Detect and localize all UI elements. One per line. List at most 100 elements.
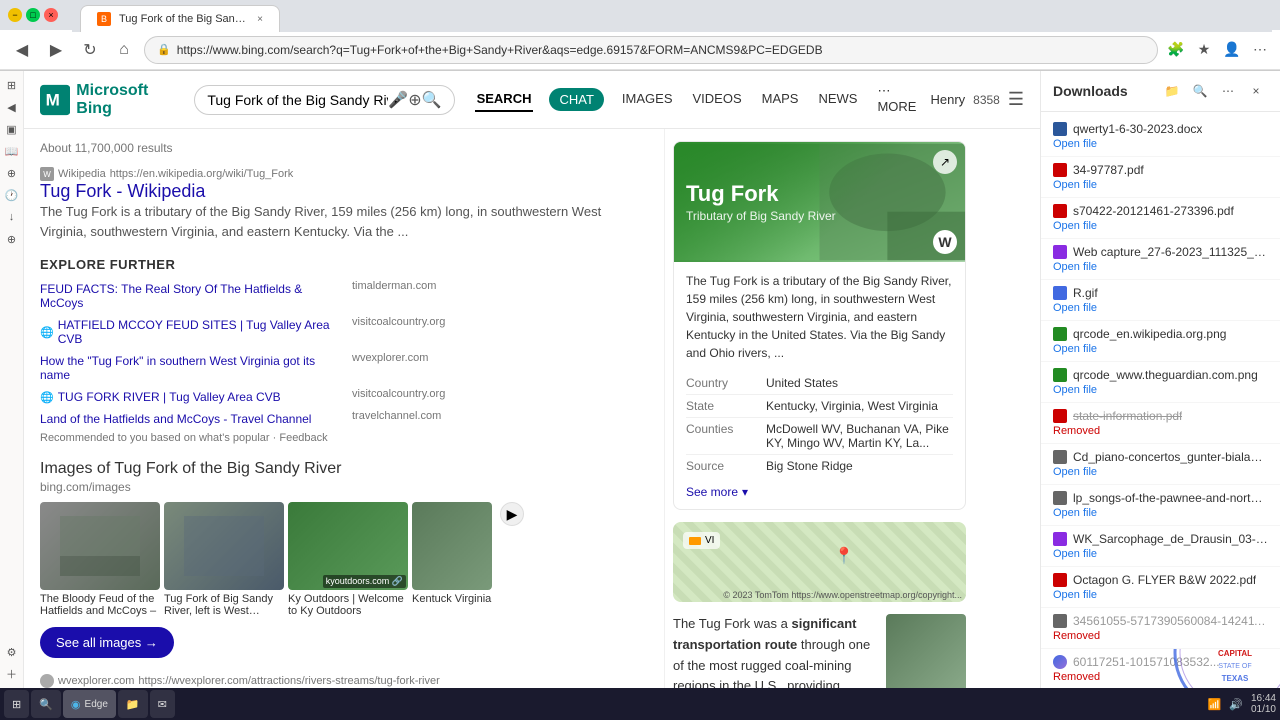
explore-item-0[interactable]: FEUD FACTS: The Real Story Of The Hatfie… — [40, 280, 336, 312]
search-box[interactable]: 🎤 ⊕ 🔍 — [194, 85, 454, 115]
tab-close-icon[interactable]: × — [257, 14, 263, 25]
minimize-button[interactable]: − — [8, 8, 22, 22]
image-item-3[interactable]: Kentuck Virginia — [412, 502, 492, 605]
dl-item-icon-8 — [1053, 450, 1067, 464]
map-label: VI — [705, 535, 714, 546]
dl-item-removed-12: Removed — [1053, 630, 1268, 642]
result-url: W Wikipedia https://en.wikipedia.org/wik… — [40, 167, 648, 181]
edge-icon: ◉ — [71, 698, 81, 711]
dl-item-action-0[interactable]: Open file — [1053, 138, 1268, 150]
dl-item-action-3[interactable]: Open file — [1053, 261, 1268, 273]
favorites-icon[interactable]: ★ — [1192, 38, 1216, 62]
dl-item-name-8: Cd_piano-concertos_gunter-bialas_vbr.m3u — [1073, 450, 1268, 464]
downloads-close-btn[interactable]: × — [1244, 79, 1268, 103]
extensions-icon[interactable]: 🧩 — [1164, 38, 1188, 62]
dl-item-action-8[interactable]: Open file — [1053, 466, 1268, 478]
sidebar-home-icon[interactable]: ⊞ — [2, 75, 22, 95]
back-button[interactable]: ◀ — [8, 36, 36, 64]
sidebar-back-icon[interactable]: ◀ — [2, 97, 22, 117]
sidebar-downloads-icon[interactable]: ↓ — [2, 207, 22, 227]
explore-globe-1: 🌐 — [40, 326, 54, 339]
taskbar-search-icon: 🔍 — [39, 698, 53, 711]
explore-item-3[interactable]: 🌐 TUG FORK RIVER | Tug Valley Area CVB — [40, 388, 336, 406]
knowledge-row-1: State Kentucky, Virginia, West Virginia — [686, 395, 953, 418]
see-all-images-btn[interactable]: See all images → — [40, 627, 174, 658]
result-title[interactable]: Tug Fork - Wikipedia — [40, 181, 205, 201]
taskbar-search-btn[interactable]: 🔍 — [31, 690, 61, 718]
dl-item-action-9[interactable]: Open file — [1053, 507, 1268, 519]
forward-button[interactable]: ▶ — [42, 36, 70, 64]
dl-item-action-6[interactable]: Open file — [1053, 384, 1268, 396]
nav-search[interactable]: SEARCH — [475, 87, 534, 112]
downloads-search-btn[interactable]: 🔍 — [1188, 79, 1212, 103]
knowledge-row-0: Country United States — [686, 372, 953, 395]
dl-item-icon-9 — [1053, 491, 1067, 505]
profile-icon[interactable]: 👤 — [1220, 38, 1244, 62]
taskbar-mail-btn[interactable]: ✉ — [150, 690, 175, 718]
downloads-list: qwerty1-6-30-2023.docx Open file 34-9778… — [1041, 112, 1280, 688]
home-button[interactable]: ⌂ — [110, 36, 138, 64]
image-item-0[interactable]: The Bloody Feud of the Hatfields and McC… — [40, 502, 160, 617]
visual-search-btn[interactable]: ⊕ — [408, 90, 421, 110]
nav-videos[interactable]: VIDEOS — [691, 87, 744, 112]
taskbar-files-btn[interactable]: 📁 — [118, 690, 148, 718]
result-domain: Wikipedia — [58, 168, 106, 180]
sidebar-add-icon[interactable]: ＋ — [2, 664, 22, 684]
browser-tab[interactable]: B Tug Fork of the Big Sandy River - Sear… — [80, 5, 280, 32]
wiki-result: W Wikipedia https://en.wikipedia.org/wik… — [40, 167, 648, 241]
sidebar-history-icon[interactable]: 🕐 — [2, 185, 22, 205]
map-card[interactable]: VI 📍 © 2023 TomTom https://www.openstree… — [673, 522, 966, 602]
dl-item-action-1[interactable]: Open file — [1053, 179, 1268, 191]
search-input[interactable] — [207, 92, 388, 108]
search-submit-btn[interactable]: 🔍 — [422, 90, 442, 110]
bing-user: Henry 8358 ☰ — [930, 89, 1024, 110]
start-btn[interactable]: ⊞ — [4, 690, 29, 718]
nav-images[interactable]: IMAGES — [620, 87, 675, 112]
knowledge-title-overlay: Tug Fork Tributary of Big Sandy River — [674, 142, 965, 262]
text-section-0: The Tug Fork was a significant transport… — [673, 614, 966, 688]
map-attribution: © 2023 TomTom https://www.openstreetmap.… — [723, 590, 962, 600]
more-result-domain: wvexplorer.com — [58, 675, 134, 687]
nav-news[interactable]: NEWS — [816, 87, 859, 112]
url-input[interactable] — [177, 43, 1145, 57]
image-item-1[interactable]: Tug Fork of Big Sandy River, left is Wes… — [164, 502, 284, 617]
nav-maps[interactable]: MAPS — [760, 87, 801, 112]
dl-item-action-5[interactable]: Open file — [1053, 343, 1268, 355]
hamburger-menu[interactable]: ☰ — [1008, 89, 1024, 110]
downloads-folder-btn[interactable]: 📁 — [1160, 79, 1184, 103]
dl-item-action-4[interactable]: Open file — [1053, 302, 1268, 314]
address-bar[interactable]: 🔒 — [144, 36, 1158, 64]
sidebar-settings-icon[interactable]: ⚙ — [2, 642, 22, 662]
dl-item-action-10[interactable]: Open file — [1053, 548, 1268, 560]
nav-more[interactable]: ⋯ MORE — [875, 79, 918, 120]
close-button[interactable]: × — [44, 8, 58, 22]
explore-item-4[interactable]: Land of the Hatfields and McCoys - Trave… — [40, 410, 336, 428]
downloads-header-icons: 📁 🔍 ⋯ × — [1160, 79, 1268, 103]
downloads-more-btn[interactable]: ⋯ — [1216, 79, 1240, 103]
taskbar-edge-btn[interactable]: ◉ Edge — [63, 690, 116, 718]
dl-item-name-2: s70422-20121461-273396.pdf — [1073, 204, 1234, 218]
settings-icon[interactable]: ⋯ — [1248, 38, 1272, 62]
dl-item-action-11[interactable]: Open file — [1053, 589, 1268, 601]
explore-item-1[interactable]: 🌐 HATFIELD MCCOY FEUD SITES | Tug Valley… — [40, 316, 336, 348]
taskbar-time: 16:44 — [1251, 693, 1276, 704]
maximize-button[interactable]: □ — [26, 8, 40, 22]
sidebar-read-icon[interactable]: 📖 — [2, 141, 22, 161]
mic-search-btn[interactable]: 🎤 — [388, 90, 408, 110]
see-more-btn[interactable]: See more ▾ — [686, 485, 748, 499]
nav-chat[interactable]: CHAT — [549, 88, 603, 111]
bing-nav: SEARCH CHAT IMAGES VIDEOS MAPS NEWS ⋯ MO… — [475, 79, 919, 120]
knowledge-share-btn[interactable]: ↗ — [933, 150, 957, 174]
image-item-2[interactable]: kyoutdoors.com 🔗 Ky Outdoors | Welcome t… — [288, 502, 408, 617]
explore-globe-3: 🌐 — [40, 391, 54, 404]
images-section: Images of Tug Fork of the Big Sandy Rive… — [40, 460, 648, 658]
explore-item-2[interactable]: How the "Tug Fork" in southern West Virg… — [40, 352, 336, 384]
dl-item-action-2[interactable]: Open file — [1053, 220, 1268, 232]
sidebar-apps-icon[interactable]: ⊕ — [2, 229, 22, 249]
sidebar-collection-icon[interactable]: ⊕ — [2, 163, 22, 183]
scroll-indicator[interactable]: ▶ — [496, 502, 524, 526]
text-section-image-0 — [886, 614, 966, 688]
sidebar-tab-icon[interactable]: ▣ — [2, 119, 22, 139]
refresh-button[interactable]: ↻ — [76, 36, 104, 64]
dl-item-icon-13 — [1053, 655, 1067, 669]
